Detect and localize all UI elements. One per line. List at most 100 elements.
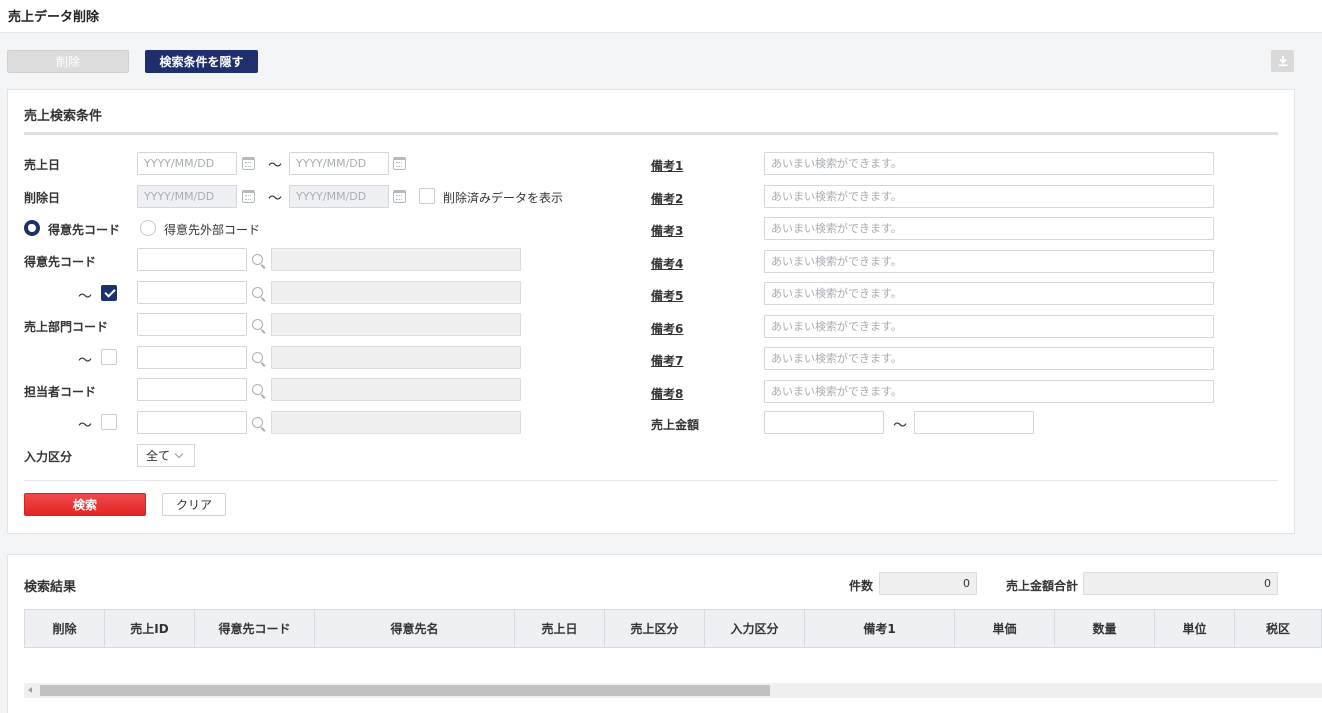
remarks-6-label[interactable]: 備考6 — [651, 320, 683, 337]
radio-external-code[interactable] — [140, 220, 156, 236]
chevron-down-icon — [174, 449, 184, 459]
amount-to-input[interactable] — [914, 411, 1034, 434]
column-header[interactable]: 税区 — [1235, 610, 1321, 647]
column-header[interactable]: 削除 — [25, 610, 105, 647]
column-header[interactable]: 売上区分 — [605, 610, 705, 647]
column-header[interactable]: 売上日 — [515, 610, 605, 647]
sales-date-to-input[interactable] — [289, 152, 389, 175]
amount-from-input[interactable] — [764, 411, 884, 434]
remarks-4-label[interactable]: 備考4 — [651, 255, 683, 272]
column-header[interactable]: 単位 — [1155, 610, 1235, 647]
calendar-icon[interactable] — [242, 190, 255, 203]
calendar-icon[interactable] — [393, 157, 406, 170]
results-title: 検索結果 — [24, 580, 77, 595]
customer-code-to-input[interactable] — [137, 281, 247, 304]
remarks-2-label[interactable]: 備考2 — [651, 190, 683, 207]
radio-customer-code-label: 得意先コード — [48, 223, 121, 237]
search-icon[interactable] — [252, 287, 263, 298]
column-header[interactable]: 得意先名 — [315, 610, 515, 647]
search-panel-divider — [24, 480, 1278, 481]
search-panel-rule — [24, 132, 1278, 135]
calendar-icon[interactable] — [242, 157, 255, 170]
dept-name-to-display — [271, 346, 521, 369]
input-type-select[interactable]: 全て — [137, 444, 195, 467]
remarks-3-label[interactable]: 備考3 — [651, 222, 683, 239]
total-amount-display — [1083, 572, 1278, 595]
input-type-label: 入力区分 — [24, 450, 73, 464]
total-amount-label: 売上金額合計 — [1006, 579, 1079, 593]
column-header[interactable]: 備考1 — [805, 610, 955, 647]
remarks-8-input[interactable] — [764, 380, 1214, 403]
remarks-4-input[interactable] — [764, 250, 1214, 273]
search-button[interactable]: 検索 — [24, 493, 146, 516]
radio-customer-code[interactable] — [24, 220, 40, 236]
count-display — [879, 572, 977, 595]
delete-date-to-input[interactable] — [289, 185, 389, 208]
remarks-1-label[interactable]: 備考1 — [651, 157, 683, 174]
download-button[interactable] — [1271, 50, 1294, 72]
delete-date-from-input[interactable] — [137, 185, 237, 208]
customer-code-tilde: ～ — [78, 289, 92, 305]
staff-code-to-input[interactable] — [137, 411, 247, 434]
radio-external-code-label: 得意先外部コード — [164, 223, 261, 237]
customer-code-from-input[interactable] — [137, 248, 247, 271]
download-icon — [1278, 56, 1287, 67]
scroll-thumb[interactable] — [40, 685, 770, 696]
staff-code-label: 担当者コード — [24, 385, 97, 399]
dept-code-tilde: ～ — [78, 353, 92, 369]
results-grid-header: 削除 売上ID 得意先コード 得意先名 売上日 売上区分 入力区分 備考1 単価… — [24, 609, 1322, 648]
clear-button[interactable]: クリア — [162, 493, 226, 516]
column-header[interactable]: 単価 — [955, 610, 1055, 647]
column-header[interactable]: 得意先コード — [195, 610, 315, 647]
staff-code-range-checkbox[interactable] — [101, 414, 117, 430]
search-icon[interactable] — [252, 319, 263, 330]
customer-name-to-display — [271, 281, 521, 304]
search-icon[interactable] — [252, 384, 263, 395]
page-title: 売上データ削除 — [8, 10, 100, 25]
remarks-7-label[interactable]: 備考7 — [651, 352, 683, 369]
scroll-left-icon[interactable] — [28, 687, 32, 693]
column-header[interactable]: 入力区分 — [705, 610, 805, 647]
amount-label: 売上金額 — [651, 418, 700, 432]
dept-name-from-display — [271, 313, 521, 336]
remarks-6-input[interactable] — [764, 315, 1214, 338]
dept-code-from-input[interactable] — [137, 313, 247, 336]
toggle-search-conditions-button[interactable]: 検索条件を隠す — [145, 50, 258, 73]
amount-tilde: ～ — [893, 418, 907, 434]
remarks-7-input[interactable] — [764, 347, 1214, 370]
customer-code-label: 得意先コード — [24, 255, 97, 269]
sales-date-tilde: ～ — [268, 158, 282, 174]
horizontal-scrollbar[interactable] — [24, 683, 1322, 698]
sales-date-label: 売上日 — [24, 158, 61, 172]
search-panel-title: 売上検索条件 — [24, 109, 103, 124]
column-header[interactable]: 売上ID — [105, 610, 195, 647]
show-deleted-label: 削除済みデータを表示 — [443, 191, 564, 205]
remarks-3-input[interactable] — [764, 217, 1214, 240]
sales-date-from-input[interactable] — [137, 152, 237, 175]
count-label: 件数 — [849, 579, 874, 593]
remarks-5-label[interactable]: 備考5 — [651, 287, 683, 304]
search-icon[interactable] — [252, 352, 263, 363]
staff-code-from-input[interactable] — [137, 378, 247, 401]
dept-code-to-input[interactable] — [137, 346, 247, 369]
delete-date-tilde: ～ — [268, 191, 282, 207]
customer-name-from-display — [271, 248, 521, 271]
search-icon[interactable] — [252, 254, 263, 265]
input-type-value: 全て — [146, 449, 171, 463]
remarks-2-input[interactable] — [764, 185, 1214, 208]
search-icon[interactable] — [252, 417, 263, 428]
staff-name-to-display — [271, 411, 521, 434]
column-header[interactable]: 数量 — [1055, 610, 1155, 647]
remarks-8-label[interactable]: 備考8 — [651, 385, 683, 402]
delete-button[interactable]: 削除 — [7, 50, 129, 73]
customer-code-range-checkbox[interactable] — [101, 285, 117, 301]
remarks-5-input[interactable] — [764, 282, 1214, 305]
staff-name-from-display — [271, 378, 521, 401]
delete-date-label: 削除日 — [24, 191, 61, 205]
remarks-1-input[interactable] — [764, 152, 1214, 175]
dept-code-label: 売上部門コード — [24, 320, 109, 334]
dept-code-range-checkbox[interactable] — [101, 349, 117, 365]
calendar-icon[interactable] — [393, 190, 406, 203]
staff-code-tilde: ～ — [78, 418, 92, 434]
show-deleted-checkbox[interactable] — [419, 188, 435, 204]
